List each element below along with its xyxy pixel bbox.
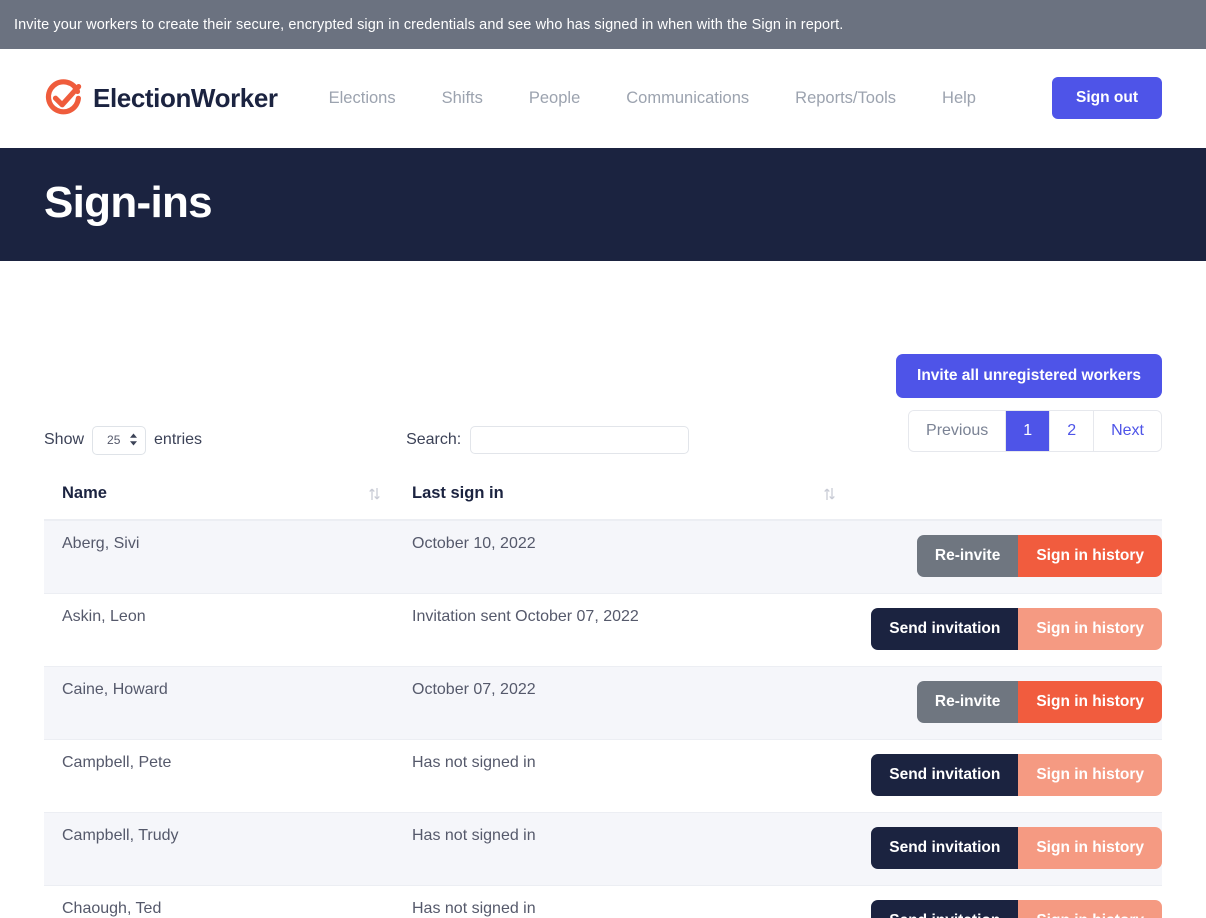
page-length-select[interactable]: 25 <box>92 425 147 455</box>
sign-in-history-button[interactable]: Sign in history <box>1018 535 1162 577</box>
send-invitation-button[interactable]: Send invitation <box>871 607 1019 650</box>
info-banner-text: Invite your workers to create their secu… <box>14 16 844 33</box>
table-row: Chaough, TedHas not signed in Send invita… <box>44 885 1162 918</box>
page-header-band: Sign-ins <box>0 148 1206 261</box>
row-action-button-group: Send invitationSign in history <box>871 826 1162 869</box>
re-invite-button[interactable]: Re-invite <box>916 535 1019 577</box>
cell-last-sign-in: October 10, 2022 <box>394 520 849 594</box>
table-header-row: Name Last sign in <box>44 472 1162 521</box>
nav-item-elections[interactable]: Elections <box>306 81 419 116</box>
entries-label: entries <box>154 431 203 448</box>
pagination: Previous 1 2 Next <box>908 410 1162 452</box>
pagination-page-1-button[interactable]: 1 <box>1006 411 1051 451</box>
nav-item-reports-tools[interactable]: Reports/Tools <box>772 81 919 116</box>
page-length-control: Show 25 entries <box>44 425 203 455</box>
cell-name: Campbell, Pete <box>44 739 394 813</box>
check-circle-logo-icon <box>44 78 84 118</box>
sign-in-history-button[interactable]: Sign in history <box>1018 826 1162 869</box>
table-row: Aberg, Sivi October 10, 2022 Re-invite Sign… <box>44 520 1162 594</box>
invite-all-unregistered-workers-button[interactable]: Invite all unregistered workers <box>896 354 1162 398</box>
table-controls: Show 25 entries Search: Previous 1 2 Nex… <box>44 410 1162 462</box>
nav-item-shifts[interactable]: Shifts <box>419 81 506 116</box>
sign-in-history-button[interactable]: Sign in history <box>1018 753 1162 796</box>
cell-actions: Re-invite Sign in history <box>849 520 1162 594</box>
sign-in-history-button[interactable]: Sign in history <box>1018 899 1162 918</box>
row-action-button-group: Send invitationSign in history <box>871 753 1162 796</box>
top-navbar: ElectionWorker Elections Shifts People C… <box>0 49 1206 148</box>
signins-table-body: Aberg, Sivi October 10, 2022 Re-invite Sign… <box>44 520 1162 918</box>
cell-actions: Send invitationSign in history <box>849 593 1162 667</box>
signins-table: Name Last sign in Aberg, Sivi October 10… <box>44 472 1162 918</box>
sort-updown-icon[interactable] <box>369 487 380 504</box>
row-action-button-group: Send invitationSign in history <box>871 899 1162 918</box>
send-invitation-button[interactable]: Send invitation <box>871 753 1019 796</box>
table-row: Caine, Howard October 07, 2022 Re-invite Si… <box>44 666 1162 740</box>
sign-in-history-button[interactable]: Sign in history <box>1018 680 1162 723</box>
cell-name: Chaough, Ted <box>44 885 394 918</box>
search-input[interactable] <box>470 426 690 454</box>
sign-in-history-button[interactable]: Sign in history <box>1018 607 1162 650</box>
pagination-page-2-button[interactable]: 2 <box>1050 411 1095 451</box>
main-nav: Elections Shifts People Communications R… <box>306 81 999 116</box>
column-header-last-sign-in-label: Last sign in <box>412 484 504 502</box>
row-action-button-group: Re-invite Sign in history <box>916 535 1162 577</box>
column-header-name-label: Name <box>62 484 107 502</box>
sort-updown-icon[interactable] <box>824 487 835 504</box>
cell-actions: Send invitationSign in history <box>849 885 1162 918</box>
show-label: Show <box>44 431 85 448</box>
search-label: Search: <box>406 431 462 448</box>
cell-actions: Re-invite Sign in history <box>849 666 1162 740</box>
cell-last-sign-in: Has not signed in <box>394 812 849 886</box>
table-row: Campbell, Trudy Has not signed in Send inv… <box>44 812 1162 886</box>
main-content: Invite all unregistered workers Show 25 … <box>0 261 1206 918</box>
column-header-last-sign-in[interactable]: Last sign in <box>394 472 849 521</box>
page-title: Sign-ins <box>44 177 213 227</box>
send-invitation-button[interactable]: Send invitation <box>871 899 1019 918</box>
content-toolbar: Invite all unregistered workers <box>44 261 1162 398</box>
table-row: Askin, Leon Invitation sent October 07, 2… <box>44 593 1162 667</box>
cell-actions: Send invitationSign in history <box>849 739 1162 813</box>
cell-actions: Send invitationSign in history <box>849 812 1162 886</box>
pagination-next-button[interactable]: Next <box>1094 411 1161 451</box>
info-banner: Invite your workers to create their secu… <box>0 0 1206 49</box>
signins-table-head: Name Last sign in <box>44 472 1162 521</box>
column-header-actions <box>849 472 1162 521</box>
re-invite-button[interactable]: Re-invite <box>916 680 1019 723</box>
nav-item-help[interactable]: Help <box>919 81 999 116</box>
cell-name: Caine, Howard <box>44 666 394 740</box>
cell-last-sign-in: Has not signed in <box>394 739 849 813</box>
cell-name: Askin, Leon <box>44 593 394 667</box>
send-invitation-button[interactable]: Send invitation <box>871 826 1019 869</box>
search-control: Search: <box>406 426 690 454</box>
brand-logo-link[interactable]: ElectionWorker <box>44 78 278 118</box>
pagination-previous-button[interactable]: Previous <box>909 411 1007 451</box>
column-header-name[interactable]: Name <box>44 472 394 521</box>
row-action-button-group: Re-invite Sign in history <box>916 680 1162 723</box>
nav-item-people[interactable]: People <box>506 81 603 116</box>
cell-last-sign-in: October 07, 2022 <box>394 666 849 740</box>
cell-name: Campbell, Trudy <box>44 812 394 886</box>
table-row: Campbell, Pete Has not signed in Send invi… <box>44 739 1162 813</box>
cell-name: Aberg, Sivi <box>44 520 394 594</box>
row-action-button-group: Send invitationSign in history <box>871 607 1162 650</box>
sign-out-button[interactable]: Sign out <box>1052 77 1162 119</box>
cell-last-sign-in: Has not signed in <box>394 885 849 918</box>
nav-item-communications[interactable]: Communications <box>603 81 772 116</box>
brand-name: ElectionWorker <box>93 82 278 113</box>
page-length-select-wrap: 25 <box>92 425 147 455</box>
cell-last-sign-in: Invitation sent October 07, 2022 <box>394 593 849 667</box>
